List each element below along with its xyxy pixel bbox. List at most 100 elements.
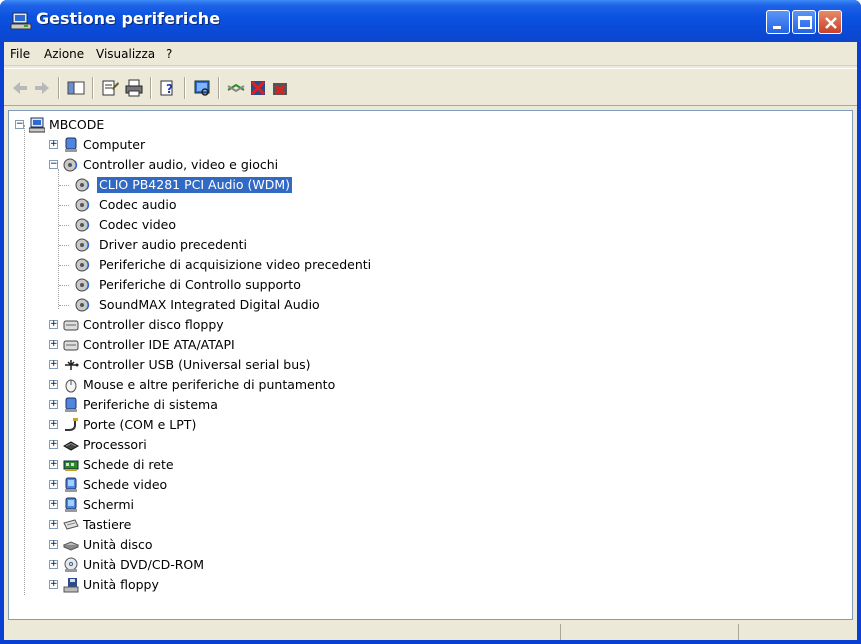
tree-node-disk-drives[interactable]: + Unità disco xyxy=(49,535,449,555)
tree-label: Periferiche di sistema xyxy=(83,397,218,412)
tree-node-audio-category[interactable]: − Controller audio, video e giochi xyxy=(49,155,349,175)
tree-label: Codec audio xyxy=(99,197,177,212)
tree-line xyxy=(59,285,69,286)
toolbar-separator xyxy=(150,77,152,99)
tree-node-soundmax[interactable]: SoundMAX Integrated Digital Audio xyxy=(59,295,435,315)
maximize-button[interactable] xyxy=(792,10,816,34)
tree-node-floppy-drives[interactable]: + Unità floppy xyxy=(49,575,449,595)
tree-node-monitors[interactable]: + Schermi xyxy=(49,495,449,515)
display-adapter-icon xyxy=(65,477,77,492)
tree-node-usb-controller[interactable]: + Controller USB (Universal serial bus) xyxy=(49,355,449,375)
expand-icon[interactable]: + xyxy=(49,460,58,469)
toolbar-separator xyxy=(218,77,220,99)
expand-icon[interactable]: + xyxy=(49,140,58,149)
menu-bar: File Azione Visualizza ? xyxy=(4,42,857,66)
tree-node-network-adapters[interactable]: + Schede di rete xyxy=(49,455,449,475)
title-bar[interactable]: Gestione periferiche xyxy=(0,0,861,42)
expand-icon[interactable]: + xyxy=(49,440,58,449)
device-tree[interactable]: − MBCODE + Computer − Controller audio, … xyxy=(8,110,853,620)
audio-device-icon xyxy=(75,238,90,252)
tree-node-root[interactable]: − MBCODE xyxy=(15,115,315,135)
tree-node-display-adapters[interactable]: + Schede video xyxy=(49,475,449,495)
expand-icon[interactable]: + xyxy=(49,500,58,509)
svg-text:?: ? xyxy=(166,82,173,96)
tree-label: Processori xyxy=(83,437,147,452)
tree-line xyxy=(59,265,69,266)
help-button[interactable]: ? xyxy=(158,78,178,98)
tree-node-ports[interactable]: + Porte (COM e LPT) xyxy=(49,415,449,435)
tree-node-legacy-audio[interactable]: Driver audio precedenti xyxy=(59,235,435,255)
system-device-icon xyxy=(65,397,77,412)
audio-device-icon xyxy=(75,298,90,312)
expand-icon[interactable]: + xyxy=(49,380,58,389)
audio-device-icon xyxy=(63,158,78,172)
tree-node-media-control[interactable]: Periferiche di Controllo supporto xyxy=(59,275,435,295)
expand-icon[interactable]: + xyxy=(49,560,58,569)
expand-icon[interactable]: + xyxy=(49,420,58,429)
expand-icon[interactable]: + xyxy=(49,520,58,529)
toolbar-separator xyxy=(58,77,60,99)
disable-device-button[interactable] xyxy=(248,78,268,98)
print-icon xyxy=(125,79,143,97)
expand-icon[interactable]: + xyxy=(49,540,58,549)
status-panel xyxy=(738,624,739,640)
network-adapter-icon xyxy=(63,460,79,471)
tree-label: Periferiche di Controllo supporto xyxy=(99,277,301,292)
tree-node-floppy-controller[interactable]: + Controller disco floppy xyxy=(49,315,449,335)
tree-node-mouse[interactable]: + Mouse e altre periferiche di puntament… xyxy=(49,375,449,395)
tree-node-computer[interactable]: + Computer xyxy=(49,135,349,155)
tree-label: Unità DVD/CD-ROM xyxy=(83,557,205,572)
minimize-icon xyxy=(773,26,781,29)
menu-azione[interactable]: Azione xyxy=(44,47,84,61)
audio-device-icon xyxy=(75,198,90,212)
minimize-button[interactable] xyxy=(766,10,790,34)
collapse-icon[interactable]: − xyxy=(49,160,58,169)
audio-device-icon xyxy=(75,258,90,272)
tree-label: Codec video xyxy=(99,217,176,232)
tree-node-clio-audio[interactable]: CLIO PB4281 PCI Audio (WDM) xyxy=(59,175,435,195)
expand-icon[interactable]: + xyxy=(49,320,58,329)
expand-icon[interactable]: + xyxy=(49,480,58,489)
forward-icon xyxy=(35,82,49,94)
keyboard-icon xyxy=(63,519,79,530)
back-button[interactable] xyxy=(10,78,30,98)
tree-node-ide-controller[interactable]: + Controller IDE ATA/ATAPI xyxy=(49,335,449,355)
tree-label: Schede di rete xyxy=(83,457,174,472)
properties-button[interactable] xyxy=(100,78,120,98)
maximize-icon xyxy=(798,16,812,29)
disable-device-icon xyxy=(250,80,266,96)
expand-icon[interactable]: + xyxy=(49,340,58,349)
mouse-icon xyxy=(65,379,77,393)
tree-label: Driver audio precedenti xyxy=(99,237,248,252)
close-icon xyxy=(825,17,837,29)
window-title: Gestione periferiche xyxy=(36,9,221,28)
forward-button[interactable] xyxy=(32,78,52,98)
ide-controller-icon xyxy=(63,340,79,351)
tree-node-dvd-drives[interactable]: + Unità DVD/CD-ROM xyxy=(49,555,449,575)
close-button[interactable] xyxy=(818,10,842,34)
tree-label: Periferiche di acquisizione video preced… xyxy=(99,257,372,272)
scan-hardware-icon xyxy=(194,80,210,96)
tree-node-processors[interactable]: + Processori xyxy=(49,435,449,455)
tree-node-keyboards[interactable]: + Tastiere xyxy=(49,515,449,535)
computer-icon xyxy=(29,117,45,133)
status-panel xyxy=(560,624,561,640)
expand-icon[interactable]: + xyxy=(49,580,58,589)
scan-hardware-button[interactable] xyxy=(192,78,212,98)
tree-node-codec-audio[interactable]: Codec audio xyxy=(59,195,435,215)
tree-node-system-devices[interactable]: + Periferiche di sistema xyxy=(49,395,449,415)
uninstall-device-button[interactable] xyxy=(270,78,290,98)
tree-line xyxy=(24,125,25,595)
cd-rom-icon xyxy=(64,557,78,572)
expand-icon[interactable]: + xyxy=(49,360,58,369)
menu-file[interactable]: File xyxy=(10,47,30,61)
print-button[interactable] xyxy=(124,78,144,98)
update-driver-button[interactable] xyxy=(226,78,246,98)
tree-node-legacy-video-capture[interactable]: Periferiche di acquisizione video preced… xyxy=(59,255,435,275)
menu-help[interactable]: ? xyxy=(166,47,172,61)
console-tree-button[interactable] xyxy=(66,78,86,98)
collapse-icon[interactable]: − xyxy=(15,120,24,129)
tree-node-codec-video[interactable]: Codec video xyxy=(59,215,435,235)
expand-icon[interactable]: + xyxy=(49,400,58,409)
menu-visualizza[interactable]: Visualizza xyxy=(96,47,155,61)
